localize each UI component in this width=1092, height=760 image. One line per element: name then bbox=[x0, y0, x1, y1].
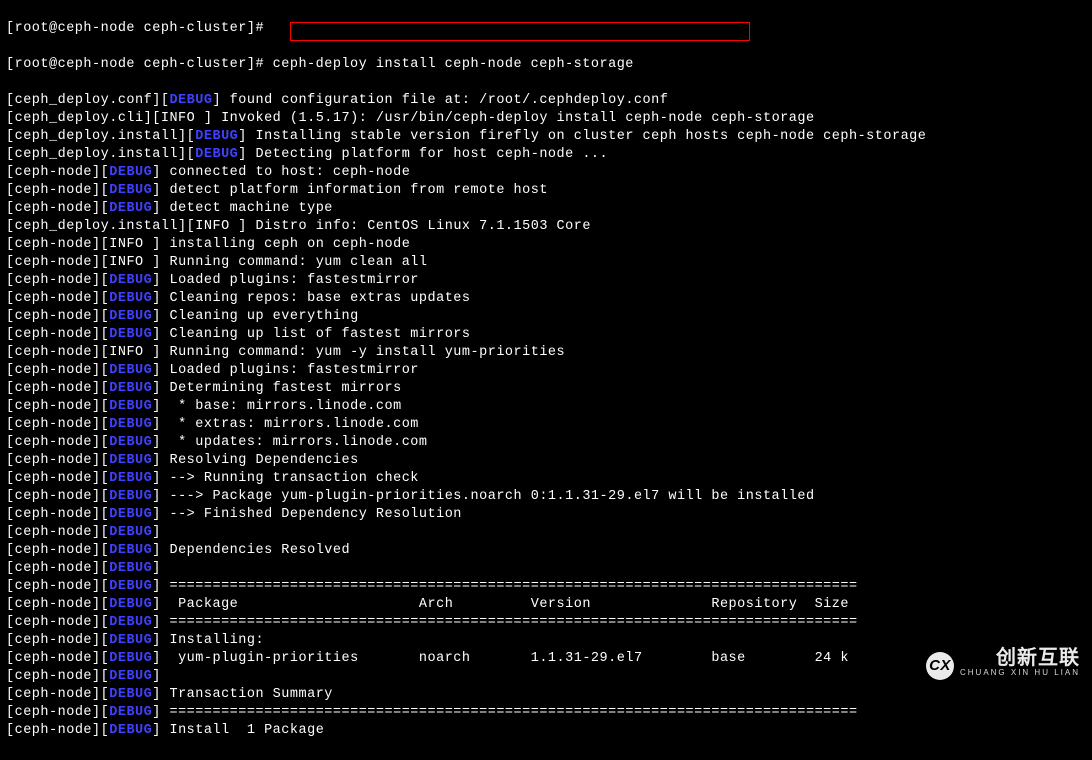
log-line: [ceph-node][DEBUG] bbox=[6, 668, 1086, 686]
log-line: [ceph-node][DEBUG] bbox=[6, 560, 1086, 578]
log-line: [ceph-node][INFO ] Running command: yum … bbox=[6, 344, 1086, 362]
log-line: [ceph_deploy.install][DEBUG] Detecting p… bbox=[6, 146, 1086, 164]
log-line: [ceph-node][DEBUG] =====================… bbox=[6, 704, 1086, 722]
log-line: [ceph-node][DEBUG] connected to host: ce… bbox=[6, 164, 1086, 182]
log-line: [ceph-node][DEBUG] --> Finished Dependen… bbox=[6, 506, 1086, 524]
log-line: [ceph-node][DEBUG] Cleaning up everythin… bbox=[6, 308, 1086, 326]
log-line: [ceph_deploy.conf][DEBUG] found configur… bbox=[6, 92, 1086, 110]
log-line: [ceph_deploy.install][DEBUG] Installing … bbox=[6, 128, 1086, 146]
log-line: [ceph-node][DEBUG] Determining fastest m… bbox=[6, 380, 1086, 398]
log-line: [ceph-node][DEBUG] detect machine type bbox=[6, 200, 1086, 218]
log-line: [ceph-node][DEBUG] Loaded plugins: faste… bbox=[6, 362, 1086, 380]
watermark: CX 创新互联 CHUANG XIN HU LIAN bbox=[926, 649, 1080, 682]
log-line: [ceph-node][DEBUG] * extras: mirrors.lin… bbox=[6, 416, 1086, 434]
log-line: [ceph-node][DEBUG] Installing: bbox=[6, 632, 1086, 650]
log-line: [ceph-node][DEBUG] Cleaning repos: base … bbox=[6, 290, 1086, 308]
log-line: [ceph-node][DEBUG] * base: mirrors.linod… bbox=[6, 398, 1086, 416]
log-line: [ceph_deploy.cli][INFO ] Invoked (1.5.17… bbox=[6, 110, 1086, 128]
log-line: [ceph-node][INFO ] installing ceph on ce… bbox=[6, 236, 1086, 254]
watermark-sub: CHUANG XIN HU LIAN bbox=[960, 664, 1080, 682]
log-line: [ceph-node][DEBUG] Package Arch Version … bbox=[6, 596, 1086, 614]
log-line: [ceph-node][DEBUG] =====================… bbox=[6, 614, 1086, 632]
prompt-line-1[interactable]: [root@ceph-node ceph-cluster]# bbox=[6, 20, 1086, 38]
log-line: [ceph-node][DEBUG] detect platform infor… bbox=[6, 182, 1086, 200]
log-line: [ceph-node][DEBUG] --> Running transacti… bbox=[6, 470, 1086, 488]
log-line: [ceph-node][DEBUG] Install 1 Package bbox=[6, 722, 1086, 740]
log-line: [ceph-node][DEBUG] Dependencies Resolved bbox=[6, 542, 1086, 560]
prompt-line-2[interactable]: [root@ceph-node ceph-cluster]# ceph-depl… bbox=[6, 56, 1086, 74]
watermark-logo-icon: CX bbox=[926, 652, 954, 680]
log-line: [ceph-node][DEBUG] Transaction Summary bbox=[6, 686, 1086, 704]
log-line: [ceph-node][DEBUG] Cleaning up list of f… bbox=[6, 326, 1086, 344]
log-line: [ceph-node][DEBUG] Resolving Dependencie… bbox=[6, 452, 1086, 470]
log-line: [ceph-node][DEBUG] * updates: mirrors.li… bbox=[6, 434, 1086, 452]
log-line: [ceph-node][DEBUG] yum-plugin-priorities… bbox=[6, 650, 1086, 668]
log-line: [ceph-node][DEBUG] bbox=[6, 524, 1086, 542]
log-line: [ceph-node][DEBUG] Loaded plugins: faste… bbox=[6, 272, 1086, 290]
log-line: [ceph-node][INFO ] Running command: yum … bbox=[6, 254, 1086, 272]
log-line: [ceph_deploy.install][INFO ] Distro info… bbox=[6, 218, 1086, 236]
log-line: [ceph-node][DEBUG] =====================… bbox=[6, 578, 1086, 596]
terminal-output: [root@ceph-node ceph-cluster]# [root@cep… bbox=[0, 0, 1092, 760]
log-line: [ceph-node][DEBUG] ---> Package yum-plug… bbox=[6, 488, 1086, 506]
